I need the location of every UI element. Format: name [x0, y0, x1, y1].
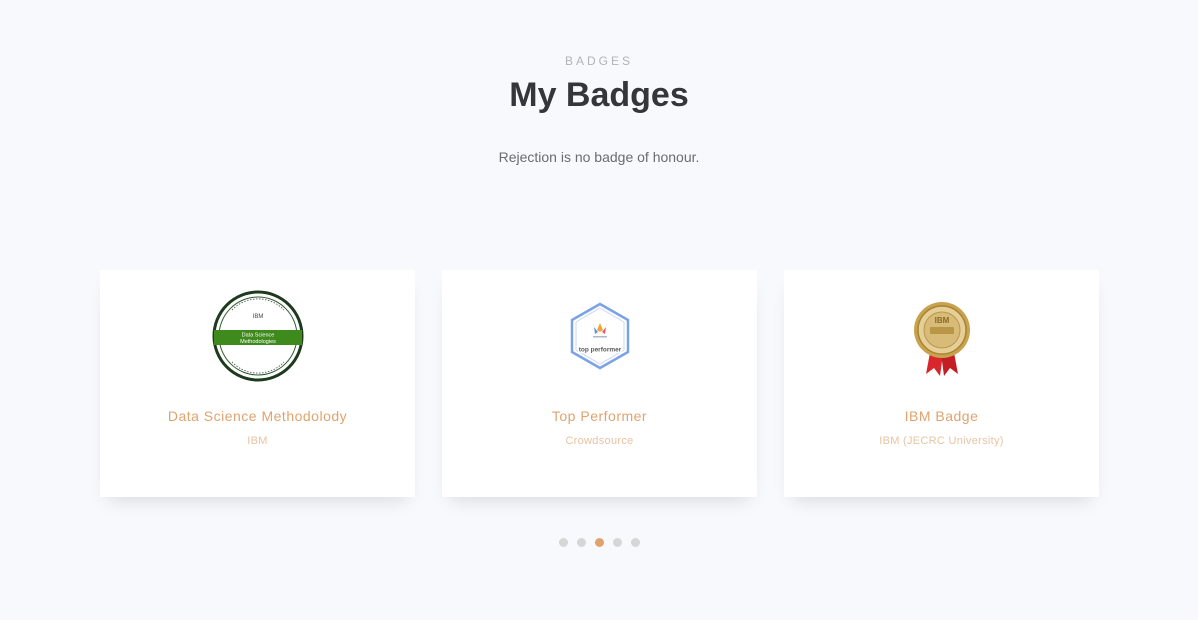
pagination-dot[interactable]	[631, 538, 640, 547]
badge-issuer: Crowdsource	[565, 435, 634, 447]
badge-card[interactable]: top performer Top Performer Crowdsource	[442, 270, 757, 497]
pagination-dot[interactable]	[577, 538, 586, 547]
ibm-gold-medal-icon: IBM	[896, 290, 988, 382]
badge-title: Top Performer	[551, 408, 648, 424]
badge-card[interactable]: IBM IBM Badge IBM (JECRC University)	[784, 270, 1099, 497]
svg-text:IBM: IBM	[935, 316, 950, 325]
svg-text:Data Science: Data Science	[242, 333, 275, 339]
badge-card[interactable]: IBM Data Science Methodologies Data Scie…	[100, 270, 415, 497]
top-performer-hexagon-icon: top performer	[554, 290, 646, 382]
svg-text:IBM: IBM	[253, 314, 264, 320]
pagination-dot[interactable]	[559, 538, 568, 547]
ibm-data-science-badge-icon: IBM Data Science Methodologies	[212, 290, 304, 382]
section-subtitle: Rejection is no badge of honour.	[498, 149, 700, 165]
badge-title: Data Science Methodolody	[167, 408, 348, 424]
section-eyebrow: BADGES	[564, 54, 633, 68]
carousel-pagination	[559, 538, 641, 547]
pagination-dot-active[interactable]	[595, 538, 604, 547]
page-title: My Badges	[509, 76, 689, 114]
svg-text:top performer: top performer	[579, 347, 622, 354]
badge-title: IBM Badge	[904, 408, 979, 424]
svg-text:Methodologies: Methodologies	[240, 339, 276, 345]
badge-issuer: IBM (JECRC University)	[879, 435, 1004, 447]
pagination-dot[interactable]	[613, 538, 622, 547]
badge-carousel: IBM Data Science Methodologies Data Scie…	[100, 270, 1099, 497]
badge-issuer: IBM	[247, 435, 268, 447]
